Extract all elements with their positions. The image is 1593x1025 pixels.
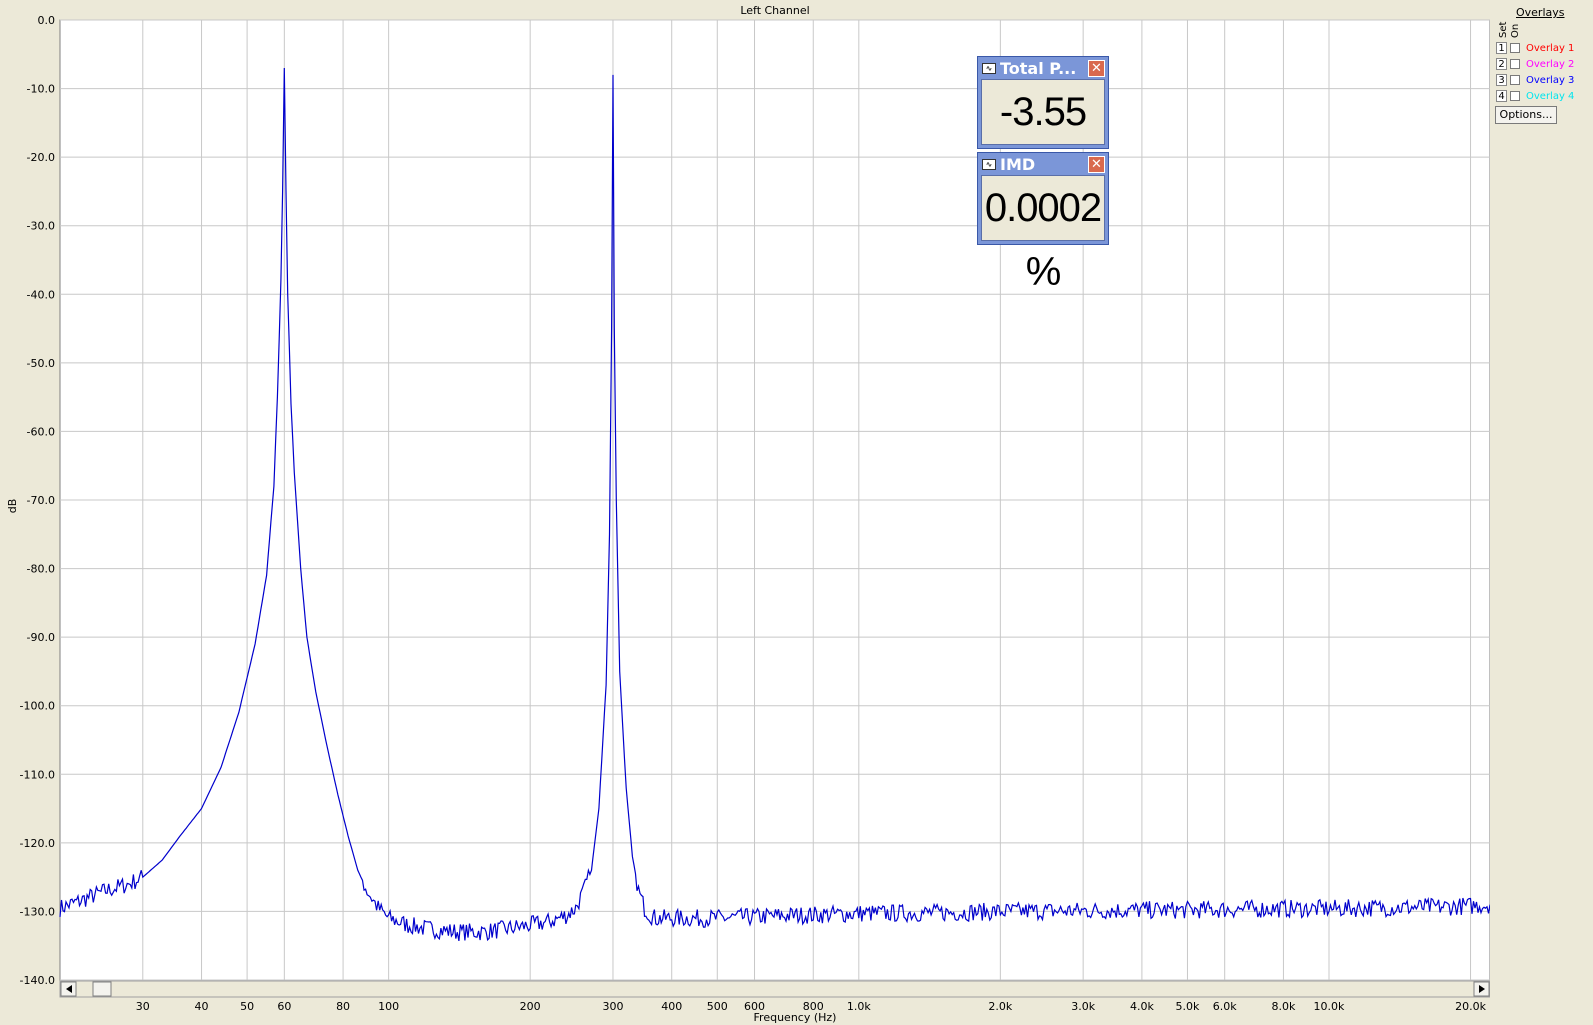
y-tick-label: -30.0 xyxy=(27,220,55,233)
x-tick-label: 3.0k xyxy=(1071,1000,1095,1013)
x-tick-label: 6.0k xyxy=(1213,1000,1237,1013)
x-tick-label: 10.0k xyxy=(1314,1000,1345,1013)
spectrum-chart: 0.0 -10.0 -20.0 -30.0 -40.0 -50.0 -60.0 -70.0 -8… xyxy=(6,4,1491,1024)
x-tick-label: 1.0k xyxy=(847,1000,871,1013)
overlay-set-button[interactable]: 3 xyxy=(1496,74,1507,86)
meter-title: IMD xyxy=(1000,154,1036,174)
overlay-set-button[interactable]: 2 xyxy=(1496,58,1507,70)
scroll-thumb[interactable] xyxy=(92,981,112,997)
y-tick-label: -10.0 xyxy=(27,83,55,96)
x-tick-label: 400 xyxy=(661,1000,682,1013)
y-tick-label: 0.0 xyxy=(38,14,56,27)
close-icon[interactable]: ✕ xyxy=(1088,155,1105,173)
on-column-header: On xyxy=(1510,23,1521,38)
overlay-row-3: 3 Overlay 3 xyxy=(1496,73,1574,87)
x-tick-label: 5.0k xyxy=(1176,1000,1200,1013)
x-tick-label: 80 xyxy=(336,1000,350,1013)
overlay-row-4: 4 Overlay 4 xyxy=(1496,89,1574,103)
x-tick-label: 500 xyxy=(707,1000,728,1013)
x-tick-label: 60 xyxy=(277,1000,291,1013)
overlay-on-checkbox[interactable] xyxy=(1510,59,1520,69)
close-icon[interactable]: ✕ xyxy=(1088,59,1105,77)
chart-title: Left Channel xyxy=(740,4,809,17)
y-tick-label: -120.0 xyxy=(20,837,55,850)
waveform-icon: ∿ xyxy=(982,62,996,74)
overlay-row-1: 1 Overlay 1 xyxy=(1496,41,1574,55)
x-tick-label: 40 xyxy=(195,1000,209,1013)
x-tick-label: 30 xyxy=(136,1000,150,1013)
horizontal-scrollbar[interactable] xyxy=(59,980,1491,998)
x-axis-label: Frequency (Hz) xyxy=(754,1011,837,1024)
overlay-set-button[interactable]: 1 xyxy=(1496,42,1507,54)
x-tick-label: 8.0k xyxy=(1271,1000,1295,1013)
y-tick-label: -20.0 xyxy=(27,151,55,164)
overlay-label: Overlay 4 xyxy=(1526,90,1575,102)
waveform-icon: ∿ xyxy=(982,158,996,170)
y-axis-label: dB xyxy=(6,499,19,514)
overlays-panel: Overlays Set On 1 Overlay 1 2 Overlay 2 … xyxy=(1490,0,1593,1025)
overlay-set-button[interactable]: 4 xyxy=(1496,90,1507,102)
y-tick-label: -80.0 xyxy=(27,563,55,576)
meter-value: -3.55 dB xyxy=(981,79,1105,198)
x-tick-label: 50 xyxy=(240,1000,254,1013)
x-tick-label: 200 xyxy=(520,1000,541,1013)
options-button[interactable]: Options... xyxy=(1495,106,1557,124)
meter-titlebar[interactable]: ∿ Total P... ✕ xyxy=(978,57,1108,79)
overlay-label: Overlay 3 xyxy=(1526,74,1575,86)
set-column-header: Set xyxy=(1498,21,1509,38)
meter-titlebar[interactable]: ∿ IMD ✕ xyxy=(978,153,1108,175)
meter-value: 0.0002 % xyxy=(981,175,1105,294)
overlay-on-checkbox[interactable] xyxy=(1510,91,1520,101)
x-tick-label: 100 xyxy=(378,1000,399,1013)
overlay-label: Overlay 2 xyxy=(1526,58,1575,70)
y-tick-label: -90.0 xyxy=(27,631,55,644)
x-tick-label: 300 xyxy=(602,1000,623,1013)
x-tick-label: 20.0k xyxy=(1455,1000,1486,1013)
y-tick-label: -50.0 xyxy=(27,357,55,370)
total-power-meter[interactable]: ∿ Total P... ✕ -3.55 dB xyxy=(977,56,1109,198)
overlay-row-2: 2 Overlay 2 xyxy=(1496,57,1574,71)
overlay-on-checkbox[interactable] xyxy=(1510,43,1520,53)
meter-title: Total P... xyxy=(1000,58,1077,78)
x-tick-label: 4.0k xyxy=(1130,1000,1154,1013)
y-tick-label: -140.0 xyxy=(20,974,55,987)
y-tick-label: -70.0 xyxy=(27,494,55,507)
y-tick-label: -60.0 xyxy=(27,425,55,438)
overlays-title: Overlays xyxy=(1516,6,1565,19)
y-tick-labels: 0.0 -10.0 -20.0 -30.0 -40.0 -50.0 -60.0 -70.0 -8… xyxy=(20,14,55,987)
x-tick-label: 2.0k xyxy=(988,1000,1012,1013)
imd-meter[interactable]: ∿ IMD ✕ 0.0002 % xyxy=(977,152,1109,294)
y-tick-label: -40.0 xyxy=(27,288,55,301)
y-tick-label: -130.0 xyxy=(20,905,55,918)
y-tick-label: -110.0 xyxy=(20,768,55,781)
overlay-label: Overlay 1 xyxy=(1526,42,1575,54)
overlay-on-checkbox[interactable] xyxy=(1510,75,1520,85)
y-tick-label: -100.0 xyxy=(20,700,55,713)
